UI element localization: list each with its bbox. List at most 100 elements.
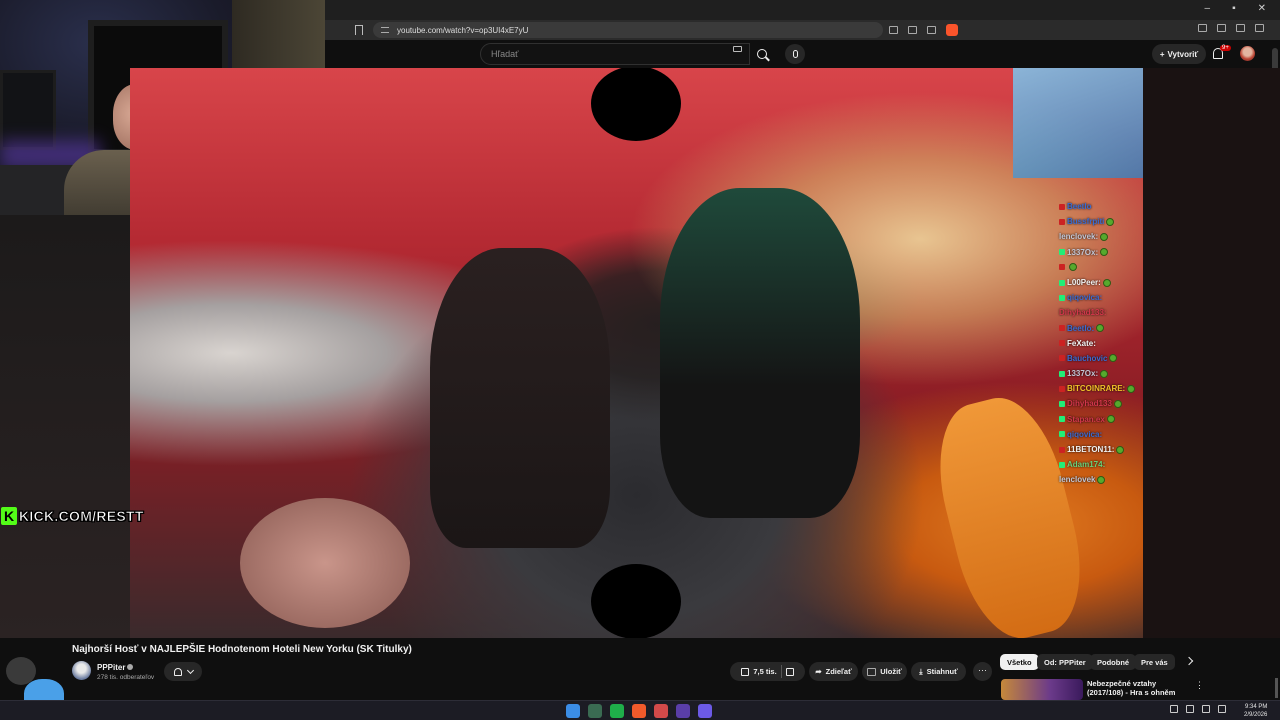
chat-badge-icon (1059, 431, 1065, 438)
save-label: Uložiť (880, 667, 902, 676)
wall-picture (0, 70, 56, 150)
video-player[interactable] (130, 68, 1143, 638)
chat-emote-icon (1127, 384, 1136, 393)
chat-message: BITCOINRARE: (1059, 381, 1149, 396)
taskbar-clock[interactable]: 9:34 PM 2/9/2026 (1244, 703, 1267, 719)
verified-icon (127, 664, 134, 670)
recommended-title[interactable]: Nebezpečné vztahy (2017/108) - Hra s ohn… (1087, 679, 1192, 697)
screenshot-icon[interactable] (908, 26, 917, 34)
volume-icon[interactable] (1202, 705, 1210, 713)
taskbar-app-icon[interactable] (588, 704, 602, 718)
chat-emote-icon (1100, 248, 1109, 257)
like-icon[interactable] (741, 667, 750, 676)
subscription-bell-button[interactable] (164, 662, 202, 681)
chat-message: Bussfrpiti (1059, 214, 1149, 229)
recommended-menu-button[interactable]: ⋮ (1195, 680, 1204, 691)
taskbar-app-icon[interactable] (676, 704, 690, 718)
download-label: Stiahnuť (926, 667, 958, 676)
chevron-right-icon[interactable] (1184, 656, 1194, 666)
chat-emote-icon (1106, 415, 1115, 424)
chat-badge-icon (1059, 218, 1065, 225)
taskbar-app-icon[interactable] (610, 704, 624, 718)
chip-all[interactable]: Všetko (1000, 654, 1039, 670)
chat-badge-icon (1059, 401, 1065, 408)
sidebar-scrollbar[interactable] (1275, 678, 1278, 698)
video-title: Najhorší Hosť v NAJLEPŠIE Hodnotenom Hot… (72, 644, 412, 655)
share-button[interactable]: ➦ Zdieľať (809, 662, 858, 681)
chat-username: Dihyhad133 (1067, 399, 1112, 409)
taskbar-apps (566, 704, 712, 718)
share-page-icon[interactable] (927, 26, 936, 34)
chip-related[interactable]: Podobné (1090, 654, 1137, 670)
windows-taskbar: 9:34 PM 2/9/2026 (0, 700, 1280, 720)
taskbar-app-icon[interactable] (698, 704, 712, 718)
minimize-button[interactable]: – (1205, 3, 1211, 14)
media-icon[interactable] (1217, 24, 1226, 32)
recommended-thumbnail[interactable] (1001, 679, 1083, 700)
channel-avatar[interactable] (72, 661, 91, 680)
chat-message: Beetlo: (1059, 321, 1149, 336)
chat-message (1059, 260, 1149, 275)
windows-start-icon[interactable] (566, 704, 580, 718)
chip-from-channel[interactable]: Od: PPPiter (1037, 654, 1093, 670)
fisheye-bottom-mask (591, 564, 681, 638)
chat-username: Stapan.ex (1067, 414, 1105, 424)
keyboard-icon[interactable] (733, 46, 742, 52)
like-count[interactable]: 7,5 tis. (753, 667, 776, 676)
save-button[interactable]: Uložiť (862, 662, 907, 681)
translate-icon[interactable] (889, 26, 898, 34)
close-button[interactable]: ✕ (1258, 3, 1266, 14)
system-tray (1170, 705, 1226, 713)
chat-emote-icon (1069, 263, 1077, 272)
bookmark-icon[interactable] (355, 25, 363, 35)
chat-emote-icon (1109, 354, 1118, 363)
chat-badge-icon (1059, 294, 1065, 301)
chat-username: Beetlo (1067, 202, 1092, 211)
search-button[interactable] (750, 43, 774, 65)
channel-name[interactable]: PPPiter (97, 663, 134, 672)
taskbar-app-icon[interactable] (654, 704, 668, 718)
download-button[interactable]: ⤓ Stiahnuť (911, 662, 966, 681)
chat-badge-icon (1059, 203, 1065, 210)
account-avatar[interactable] (1240, 46, 1255, 61)
screen: – ▪ ✕ youtube.com/watch?v=op3UI4xE7yU Hľ… (0, 0, 1280, 720)
wifi-icon[interactable] (1186, 705, 1194, 713)
chip-for-you[interactable]: Pre vás (1134, 654, 1175, 670)
chat-badge-icon (1059, 340, 1065, 347)
chat-message: Beetlo (1059, 199, 1149, 214)
chat-username: Bussfrpiti (1067, 217, 1105, 227)
chat-username: Adam174: (1067, 460, 1106, 470)
channel-name-text: PPPiter (97, 663, 126, 672)
sidebar-icon[interactable] (1236, 24, 1245, 32)
video-hand (240, 498, 410, 628)
chat-message: qiqovica: (1059, 290, 1149, 305)
extensions-icon[interactable] (1198, 24, 1207, 32)
chat-emote-icon (1116, 445, 1125, 454)
chat-message: lenclovek: (1059, 229, 1149, 244)
address-bar[interactable]: youtube.com/watch?v=op3UI4xE7yU (373, 22, 883, 38)
chat-message: 1337Ox: (1059, 366, 1149, 381)
chat-emote-icon (1113, 400, 1122, 409)
save-icon (867, 667, 877, 676)
chat-badge-icon (1059, 370, 1065, 377)
brave-shields-icon[interactable] (946, 24, 958, 36)
create-label: Vytvoriť (1167, 49, 1199, 59)
menu-icon[interactable] (1255, 24, 1264, 32)
voice-search-button[interactable] (785, 44, 805, 64)
dislike-icon[interactable] (785, 667, 794, 676)
clock-date: 2/9/2026 (1244, 712, 1268, 718)
site-settings-icon[interactable] (381, 27, 389, 33)
maximize-button[interactable]: ▪ (1232, 3, 1236, 14)
create-button[interactable]: + Vytvoriť (1152, 44, 1206, 64)
taskbar-app-icon[interactable] (632, 704, 646, 718)
kick-logo-icon: K (1, 507, 17, 525)
battery-icon[interactable] (1218, 705, 1226, 713)
plus-icon: + (1159, 49, 1165, 59)
video-details: Najhorší Hosť v NAJLEPŠIE Hodnotenom Hot… (0, 638, 1280, 700)
share-icon: ➦ (815, 667, 822, 676)
video-person-right (660, 188, 860, 518)
search-input[interactable]: Hľadať (480, 43, 750, 65)
tray-arrow-icon[interactable] (1170, 705, 1178, 713)
chat-badge-icon (1059, 416, 1065, 423)
more-actions-button[interactable]: ··· (973, 662, 992, 681)
